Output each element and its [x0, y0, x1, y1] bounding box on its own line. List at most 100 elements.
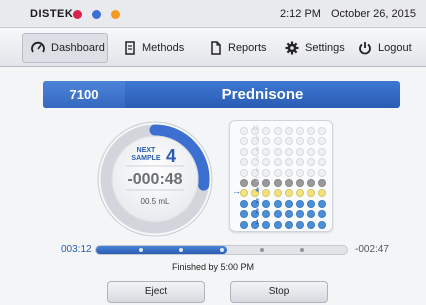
plate-well	[273, 179, 282, 187]
power-icon	[359, 42, 371, 55]
plate-well	[296, 158, 304, 167]
plate-well	[318, 158, 327, 167]
plate-well	[284, 127, 293, 135]
page-icon	[211, 41, 221, 55]
sample-plate	[229, 120, 333, 232]
elapsed-time: 003:12	[61, 244, 92, 255]
plate-well	[240, 189, 248, 198]
plate-well	[318, 168, 327, 177]
main-nav: Dashboard Methods Reports Settings Logou…	[0, 29, 426, 67]
plate-well	[284, 158, 293, 167]
plate-row-label: 2	[255, 209, 259, 216]
gauge-icon	[31, 41, 45, 53]
plate-well	[262, 220, 271, 229]
run-progress-bar	[95, 245, 348, 255]
nav-reports-label: Reports	[228, 42, 267, 54]
plate-well	[262, 199, 271, 208]
plate-well	[273, 199, 282, 208]
plate-well	[296, 127, 304, 135]
plate-well	[318, 210, 327, 219]
sample-countdown-dial: NEXT SAMPLE 4 -000:48 00.5 mL	[97, 121, 213, 237]
plate-well	[273, 220, 282, 229]
plate-well	[262, 210, 271, 219]
plate-well	[262, 179, 271, 187]
run-progress-fill	[96, 246, 227, 254]
plate-well	[273, 168, 282, 177]
plate-well	[262, 147, 271, 156]
nav-dashboard[interactable]: Dashboard	[22, 33, 108, 63]
plate-well	[284, 137, 293, 146]
plate-well	[307, 127, 316, 135]
status-date: October 26, 2015	[331, 8, 417, 20]
document-list-icon	[125, 41, 135, 55]
plate-well	[240, 158, 248, 167]
plate-well	[307, 199, 316, 208]
plate-well	[296, 220, 304, 229]
plate-well	[273, 189, 282, 198]
plate-well	[307, 158, 316, 167]
finish-estimate: Finished by 5:00 PM	[171, 262, 255, 272]
red-status-dot	[73, 10, 82, 19]
plate-well	[284, 179, 293, 187]
plate-well	[262, 127, 271, 135]
plate-well	[318, 147, 327, 156]
plate-well	[318, 220, 327, 229]
nav-settings[interactable]: Settings	[285, 33, 349, 63]
plate-well	[284, 168, 293, 177]
plate-well	[262, 189, 271, 198]
plate-row-label: 3	[255, 198, 259, 205]
stop-button[interactable]: Stop	[230, 281, 328, 303]
plate-well	[318, 199, 327, 208]
plate-well	[240, 147, 248, 156]
nav-logout[interactable]: Logout	[358, 33, 416, 63]
plate-well	[240, 179, 248, 187]
nav-settings-label: Settings	[305, 42, 345, 54]
plate-row-label: 9	[255, 136, 259, 143]
plate-well	[284, 147, 293, 156]
plate-well	[318, 179, 327, 187]
plate-well	[307, 189, 316, 198]
nav-logout-label: Logout	[378, 42, 412, 54]
progress-tick	[219, 248, 224, 252]
plate-well	[318, 127, 327, 135]
plate-well	[296, 137, 304, 146]
progress-tick	[259, 248, 264, 252]
plate-row-label: 1	[255, 219, 259, 226]
drug-name: Prednisone	[221, 86, 304, 103]
sample-label: SAMPLE	[131, 155, 161, 162]
plate-well	[284, 220, 293, 229]
nav-dashboard-label: Dashboard	[51, 42, 105, 54]
plate-well	[262, 137, 271, 146]
plate-well	[273, 127, 282, 135]
sample-volume: 00.5 mL	[141, 197, 170, 206]
plate-well	[296, 189, 304, 198]
plate-well	[273, 147, 282, 156]
current-row-arrow-icon: →	[232, 186, 241, 197]
plate-well	[240, 220, 248, 229]
plate-row-label: 6	[255, 167, 259, 174]
plate-well	[284, 210, 293, 219]
plate-well	[318, 137, 327, 146]
plate-row-label: 8	[255, 146, 259, 153]
plate-well	[296, 147, 304, 156]
plate-well	[307, 179, 316, 187]
plate-well	[240, 199, 248, 208]
nav-reports[interactable]: Reports	[210, 33, 276, 63]
plate-well	[307, 168, 316, 177]
next-sample-number: 4	[166, 146, 176, 166]
plate-well	[307, 147, 316, 156]
plate-well	[307, 210, 316, 219]
plate-well	[296, 210, 304, 219]
plate-well	[262, 168, 271, 177]
eject-button[interactable]: Eject	[107, 281, 205, 303]
nav-methods[interactable]: Methods	[124, 33, 194, 63]
plate-well	[240, 127, 248, 135]
plate-well	[284, 199, 293, 208]
plate-row-label: 7	[255, 157, 259, 164]
plate-well	[240, 137, 248, 146]
plate-well	[240, 210, 248, 219]
countdown-timer: -000:48	[127, 171, 182, 188]
plate-well	[240, 168, 248, 177]
run-title-bar: 7100 Prednisone	[43, 81, 400, 108]
orange-status-dot	[111, 10, 120, 19]
